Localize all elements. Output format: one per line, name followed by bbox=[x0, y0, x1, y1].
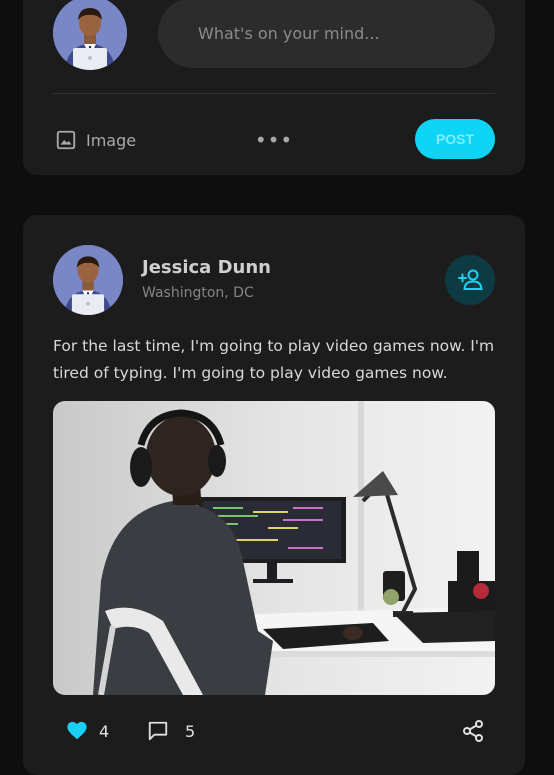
heart-icon bbox=[67, 721, 87, 740]
add-image-label: Image bbox=[86, 130, 137, 150]
like-count: 4 bbox=[99, 721, 110, 741]
add-image-button[interactable]: Image bbox=[55, 127, 136, 153]
post-text: For the last time, I'm going to play vid… bbox=[53, 337, 495, 382]
comment-button[interactable]: 5 bbox=[147, 720, 195, 742]
user-avatar[interactable] bbox=[53, 0, 127, 70]
status-input[interactable]: What's on your mind... bbox=[158, 0, 495, 68]
like-button[interactable]: 4 bbox=[65, 720, 109, 742]
comment-count: 5 bbox=[185, 721, 196, 741]
post-button-label: POST bbox=[435, 131, 475, 147]
author-location: Washington, DC bbox=[142, 285, 254, 301]
add-friend-icon bbox=[458, 269, 483, 290]
post-composer: What's on your mind... Image ••• POST bbox=[23, 0, 525, 175]
composer-divider bbox=[53, 93, 495, 94]
share-icon bbox=[463, 720, 483, 742]
image-icon bbox=[56, 130, 76, 150]
more-icon: ••• bbox=[254, 128, 294, 152]
comment-icon bbox=[148, 721, 168, 741]
post-button[interactable]: POST bbox=[415, 119, 495, 159]
more-options-button[interactable]: ••• bbox=[255, 128, 292, 152]
author-name[interactable]: Jessica Dunn bbox=[142, 257, 271, 278]
author-avatar[interactable] bbox=[53, 245, 123, 315]
post-card: Jessica Dunn Washington, DC For the last… bbox=[23, 215, 525, 775]
share-button[interactable] bbox=[461, 719, 485, 743]
post-image[interactable] bbox=[53, 401, 495, 695]
add-friend-button[interactable] bbox=[445, 255, 495, 305]
status-input-placeholder: What's on your mind... bbox=[198, 23, 380, 43]
